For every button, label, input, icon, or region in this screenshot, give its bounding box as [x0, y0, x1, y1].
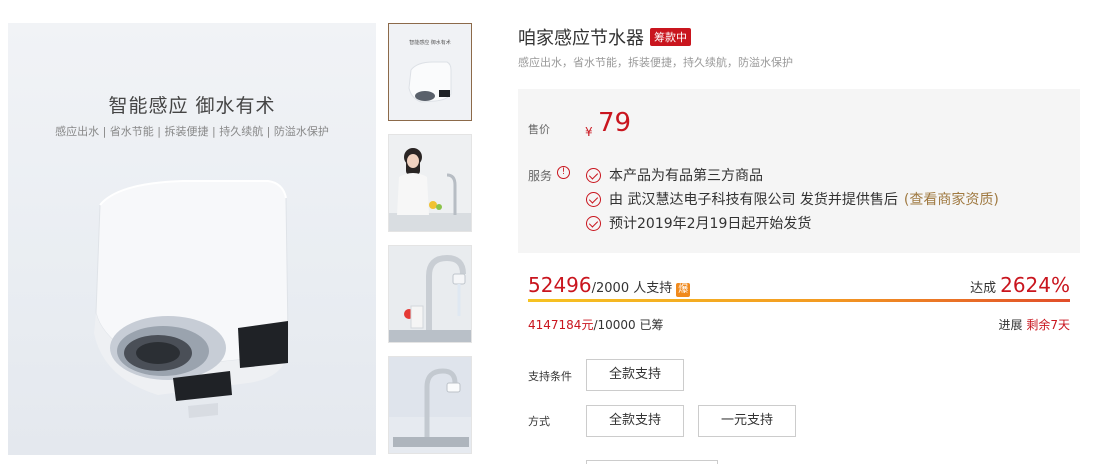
thumbnail-faucet-product[interactable]: 智能感应 御水有术: [388, 23, 472, 121]
reward-option-button[interactable]: [586, 460, 718, 464]
merchant-qualification-link[interactable]: (查看商家资质): [904, 189, 999, 209]
main-image-tagline: 感应出水 | 省水节能 | 拆装便捷 | 持久续航 | 防溢水保护: [55, 125, 329, 138]
raised-target: /10000 已筹: [593, 318, 664, 332]
condition-full-support-button[interactable]: 全款支持: [586, 359, 684, 391]
check-circle-icon: [586, 167, 601, 183]
funding-progress-bar: [528, 299, 1070, 302]
reach-label: 达成: [970, 281, 997, 296]
faucet-sensor-illustration: [94, 180, 289, 418]
remaining-time: 进展 剩余7天: [999, 316, 1070, 333]
supporters-value: 52496: [528, 273, 592, 297]
service-item: 预计2019年2月19日起开始发货: [586, 211, 999, 235]
progress-label: 进展: [998, 318, 1023, 332]
service-item: 由 武汉慧达电子科技有限公司 发货并提供售后 (查看商家资质): [586, 187, 999, 211]
raised-amount: 4147184元/10000 已筹: [528, 316, 664, 333]
service-item-text: 由 武汉慧达电子科技有限公司 发货并提供售后: [609, 192, 898, 208]
reach-percentage: 达成 2624%: [970, 273, 1070, 297]
thumbnail-strip: 智能感应 御水有术: [388, 23, 474, 464]
thumbnail-faucet-water[interactable]: [388, 245, 472, 343]
raised-value: 4147184元: [528, 318, 594, 332]
service-item-text: 预计2019年2月19日起开始发货: [609, 216, 812, 232]
woman-washing-image: [389, 135, 471, 231]
price-label: 售价: [528, 123, 550, 136]
method-one-yuan-button[interactable]: 一元支持: [698, 405, 796, 437]
product-subtitle: 感应出水，省水节能，拆装便捷，持久续航，防溢水保护: [518, 56, 793, 69]
remaining-value: 剩余7天: [1026, 318, 1070, 332]
info-icon[interactable]: !: [557, 166, 570, 179]
thumbnail-caption: 智能感应 御水有术: [409, 40, 451, 46]
faucet-sink-image: [389, 357, 471, 453]
service-item: 本产品为有品第三方商品: [586, 163, 999, 187]
reach-value: 2624%: [1000, 273, 1070, 297]
service-item-text: 本产品为有品第三方商品: [609, 168, 763, 184]
product-title: 咱家感应节水器: [518, 28, 644, 49]
thumbnail-faucet-sink[interactable]: [388, 356, 472, 454]
main-image-slogan: 智能感应 御水有术: [108, 95, 276, 117]
service-list: 本产品为有品第三方商品 由 武汉慧达电子科技有限公司 发货并提供售后 (查看商家…: [586, 163, 999, 235]
supporters-target: /2000 人支持: [591, 281, 673, 296]
method-label: 方式: [528, 415, 550, 428]
price-service-box: 售价 ¥ 79 服务 ! 本产品为有品第三方商品 由 武汉慧达电子科技有限公司 …: [518, 89, 1080, 253]
main-product-image: 智能感应 御水有术 感应出水 | 省水节能 | 拆装便捷 | 持久续航 | 防溢…: [8, 23, 376, 455]
support-condition-label: 支持条件: [528, 370, 572, 383]
thumbnail-woman-washing[interactable]: [388, 134, 472, 232]
service-label: 服务: [528, 169, 553, 183]
check-circle-icon: [586, 215, 601, 231]
currency-symbol: ¥: [585, 125, 593, 139]
method-full-support-button[interactable]: 全款支持: [586, 405, 684, 437]
crowdfunding-status-badge: 筹款中: [650, 28, 691, 46]
supporter-count: 52496 /2000 人支持 爆: [528, 273, 691, 297]
check-circle-icon: [586, 191, 601, 207]
price-value: 79: [598, 108, 632, 138]
hot-badge: 爆: [676, 283, 691, 297]
title-row: 咱家感应节水器 筹款中: [518, 24, 691, 50]
faucet-water-image: [389, 246, 471, 342]
